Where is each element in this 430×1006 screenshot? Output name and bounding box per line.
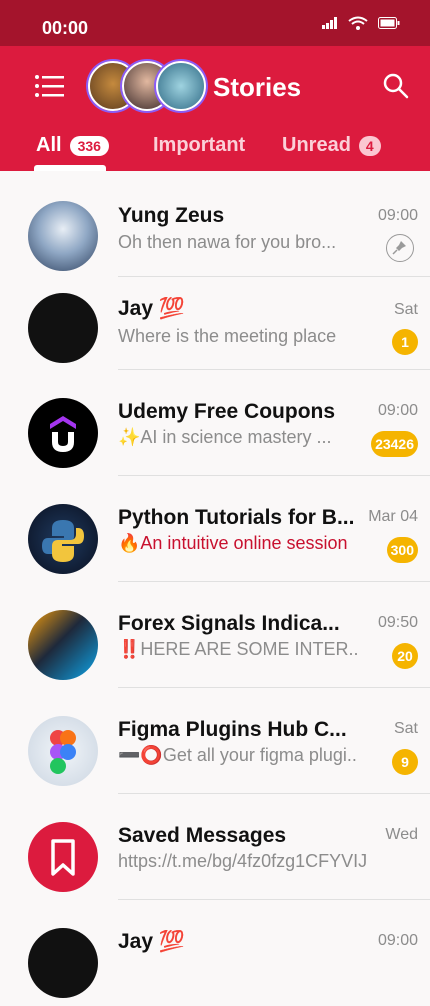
unread-count-badge: 20 (392, 643, 418, 669)
chat-name: Udemy Free Coupons (118, 400, 336, 423)
unread-count-badge: 1 (392, 329, 418, 355)
tab-important[interactable]: Important (153, 134, 245, 157)
bookmark-icon (51, 839, 75, 876)
chat-row[interactable]: Python Tutorials for B... 🔥An intuitive … (0, 476, 430, 582)
chat-message: Where is the meeting place (118, 326, 337, 346)
tab-all-badge: 336 (69, 135, 109, 156)
tab-all-label: All (36, 134, 62, 156)
avatar (28, 928, 98, 998)
chat-message: Oh then nawa for you bro... (118, 232, 337, 252)
avatar (28, 398, 98, 468)
chat-time: Sat (393, 301, 418, 318)
chat-row[interactable]: Saved Messages https://t.me/bg/4fz0fzg1C… (0, 794, 430, 900)
search-icon[interactable] (382, 72, 410, 100)
unread-count-badge: 300 (386, 537, 418, 563)
chat-row[interactable]: Jay 💯 Where is the meeting place Sat 1 (0, 277, 430, 370)
chat-name: Figma Plugins Hub C... (118, 718, 347, 741)
chat-time: Mar 04 (368, 508, 418, 525)
pin-icon (386, 234, 414, 262)
chat-message: ✨AI in science mastery ... (118, 427, 332, 447)
chat-time: Wed (385, 826, 418, 843)
avatar (28, 716, 98, 786)
chat-time: 09:00 (377, 932, 418, 949)
figma-logo-icon (50, 730, 76, 774)
chat-time: Sat (393, 720, 418, 737)
chat-message: 🔥An intuitive online session (118, 533, 348, 553)
story-avatar[interactable] (156, 61, 206, 111)
status-icons (322, 16, 400, 30)
chat-message: https://t.me/bg/4fz0fzg1CFYVIJ.. (118, 851, 368, 871)
avatar (28, 293, 98, 363)
menu-icon[interactable] (34, 74, 66, 98)
chat-list: Yung Zeus Oh then nawa for you bro... 09… (0, 171, 430, 1006)
tab-all[interactable]: All 336 (36, 134, 109, 157)
chat-row[interactable]: Yung Zeus Oh then nawa for you bro... 09… (0, 171, 430, 277)
status-bar: 00:00 (0, 0, 430, 46)
chat-time: 09:50 (377, 614, 418, 631)
chat-name: Yung Zeus (118, 204, 225, 227)
chat-row[interactable]: Jay 💯 09:00 (0, 900, 430, 1006)
avatar (28, 504, 98, 574)
chat-name: Jay 💯 (118, 930, 186, 953)
stories-title: Stories (213, 72, 302, 102)
tab-unread-label: Unread (282, 134, 351, 156)
chat-message: ➖⭕Get all your figma plugi.. (118, 745, 357, 765)
chat-row[interactable]: Udemy Free Coupons ✨AI in science master… (0, 370, 430, 476)
avatar (28, 822, 98, 892)
chat-name: Jay 💯 (118, 297, 186, 320)
unread-count-badge: 9 (392, 749, 418, 775)
wifi-icon (348, 16, 368, 30)
chat-row[interactable]: Figma Plugins Hub C... ➖⭕Get all your fi… (0, 688, 430, 794)
unread-count-badge: 23426 (371, 431, 418, 457)
chat-message: ‼️HERE ARE SOME INTER.. (118, 639, 359, 659)
status-time: 00:00 (42, 18, 89, 38)
tab-unread-badge: 4 (358, 135, 381, 156)
chat-row[interactable]: Forex Signals Indica... ‼️HERE ARE SOME … (0, 582, 430, 688)
chat-name: Saved Messages (118, 824, 287, 847)
udemy-logo-icon (50, 416, 76, 452)
signal-icon (322, 17, 337, 29)
tab-important-label: Important (153, 134, 246, 156)
battery-icon (378, 17, 400, 29)
chat-name: Python Tutorials for B... (118, 506, 355, 529)
chat-name: Forex Signals Indica... (118, 612, 340, 635)
app-header: Stories All 336 Important Unread 4 (0, 46, 430, 171)
python-logo-icon (42, 520, 84, 562)
avatar (28, 201, 98, 271)
tab-unread[interactable]: Unread 4 (282, 134, 381, 157)
stories-avatars[interactable] (88, 60, 206, 112)
chat-time: 09:00 (377, 207, 418, 224)
chat-time: 09:00 (377, 402, 418, 419)
avatar (28, 610, 98, 680)
